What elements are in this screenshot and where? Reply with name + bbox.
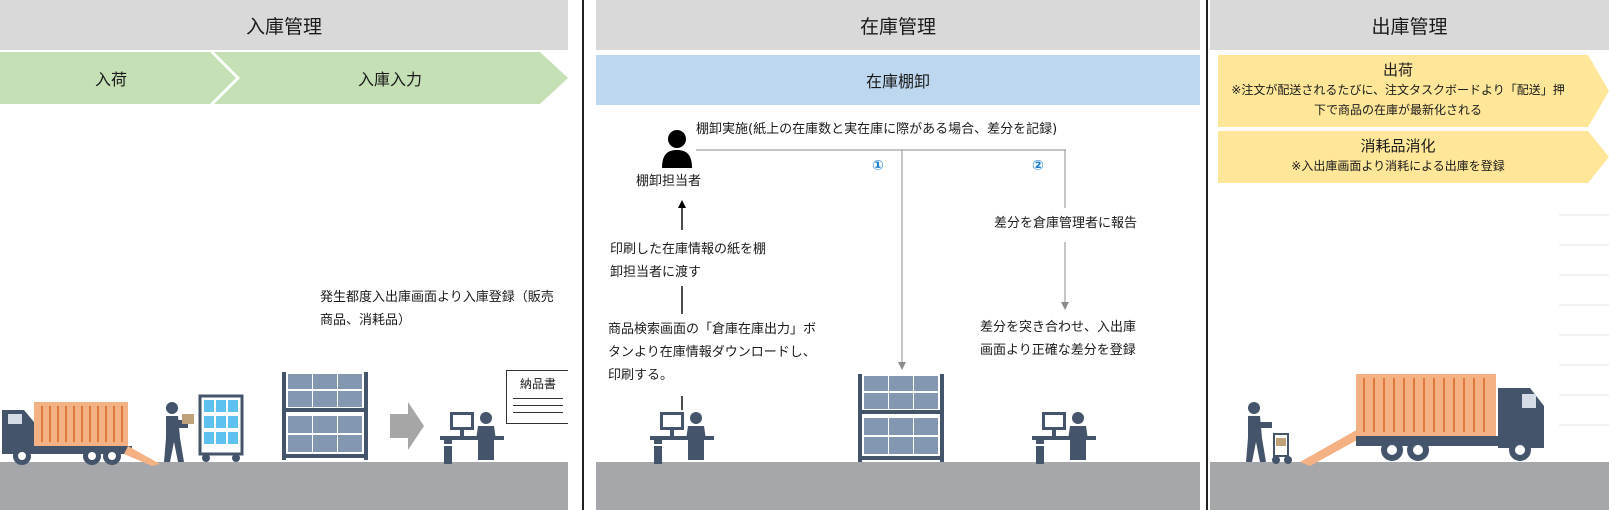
arrow-right-icon	[390, 402, 424, 450]
truck-icon	[2, 402, 160, 466]
shelf-icon	[282, 372, 368, 460]
step-input-label: 入庫入力	[357, 70, 422, 89]
panel-outbound: 出庫管理 出荷 ※注文が配送されるたびに、注文タスクボードより「配送」押下で商品…	[1210, 0, 1609, 510]
inbound-note: 発生都度入出庫画面より入庫登録（販売商品、消耗品）	[320, 290, 554, 328]
panel-inventory: 在庫管理 在庫棚卸 棚卸担当者 棚卸実施(紙上の在庫数と実在庫に際がある場合、差…	[596, 0, 1200, 510]
panel-divider-1	[582, 0, 584, 510]
panel-divider-2	[1206, 0, 1208, 510]
register-note: 差分を突き合わせ、入出庫画面より正確な差分を登録	[980, 320, 1137, 358]
hand-over-note: 印刷した在庫情報の紙を棚卸担当者に渡す	[610, 242, 767, 280]
report-note: 差分を倉庫管理者に報告	[994, 216, 1138, 231]
truck-icon	[1300, 374, 1544, 466]
flow-connectors	[678, 149, 1069, 410]
document-label: 納品書	[519, 377, 556, 391]
document-icon: 納品書	[506, 370, 568, 424]
outbound-arrow-tips	[1578, 55, 1609, 183]
panel-inbound: 入庫管理 入荷 入庫入力 発生都度入出庫画面より入庫登録（販売商品、消耗品） 納…	[0, 0, 568, 510]
worker-icon	[1246, 402, 1292, 464]
right-edge-lines	[1559, 214, 1609, 426]
print-step-note: 商品検索画面の「倉庫在庫出力」ボタンより在庫情報ダウンロードし、印刷する。	[608, 322, 817, 383]
worker-icon	[164, 402, 194, 462]
computer-desk-icon	[1032, 412, 1096, 464]
panel-header-inbound: 入庫管理	[0, 0, 568, 50]
shelf-icon	[858, 374, 944, 462]
marker-one: ①	[872, 158, 884, 174]
cart-icon	[198, 394, 244, 462]
computer-desk-icon	[440, 412, 504, 464]
step-receive-label: 入荷	[94, 70, 127, 89]
marker-two: ②	[1032, 158, 1044, 174]
computer-desk-icon	[650, 412, 714, 464]
